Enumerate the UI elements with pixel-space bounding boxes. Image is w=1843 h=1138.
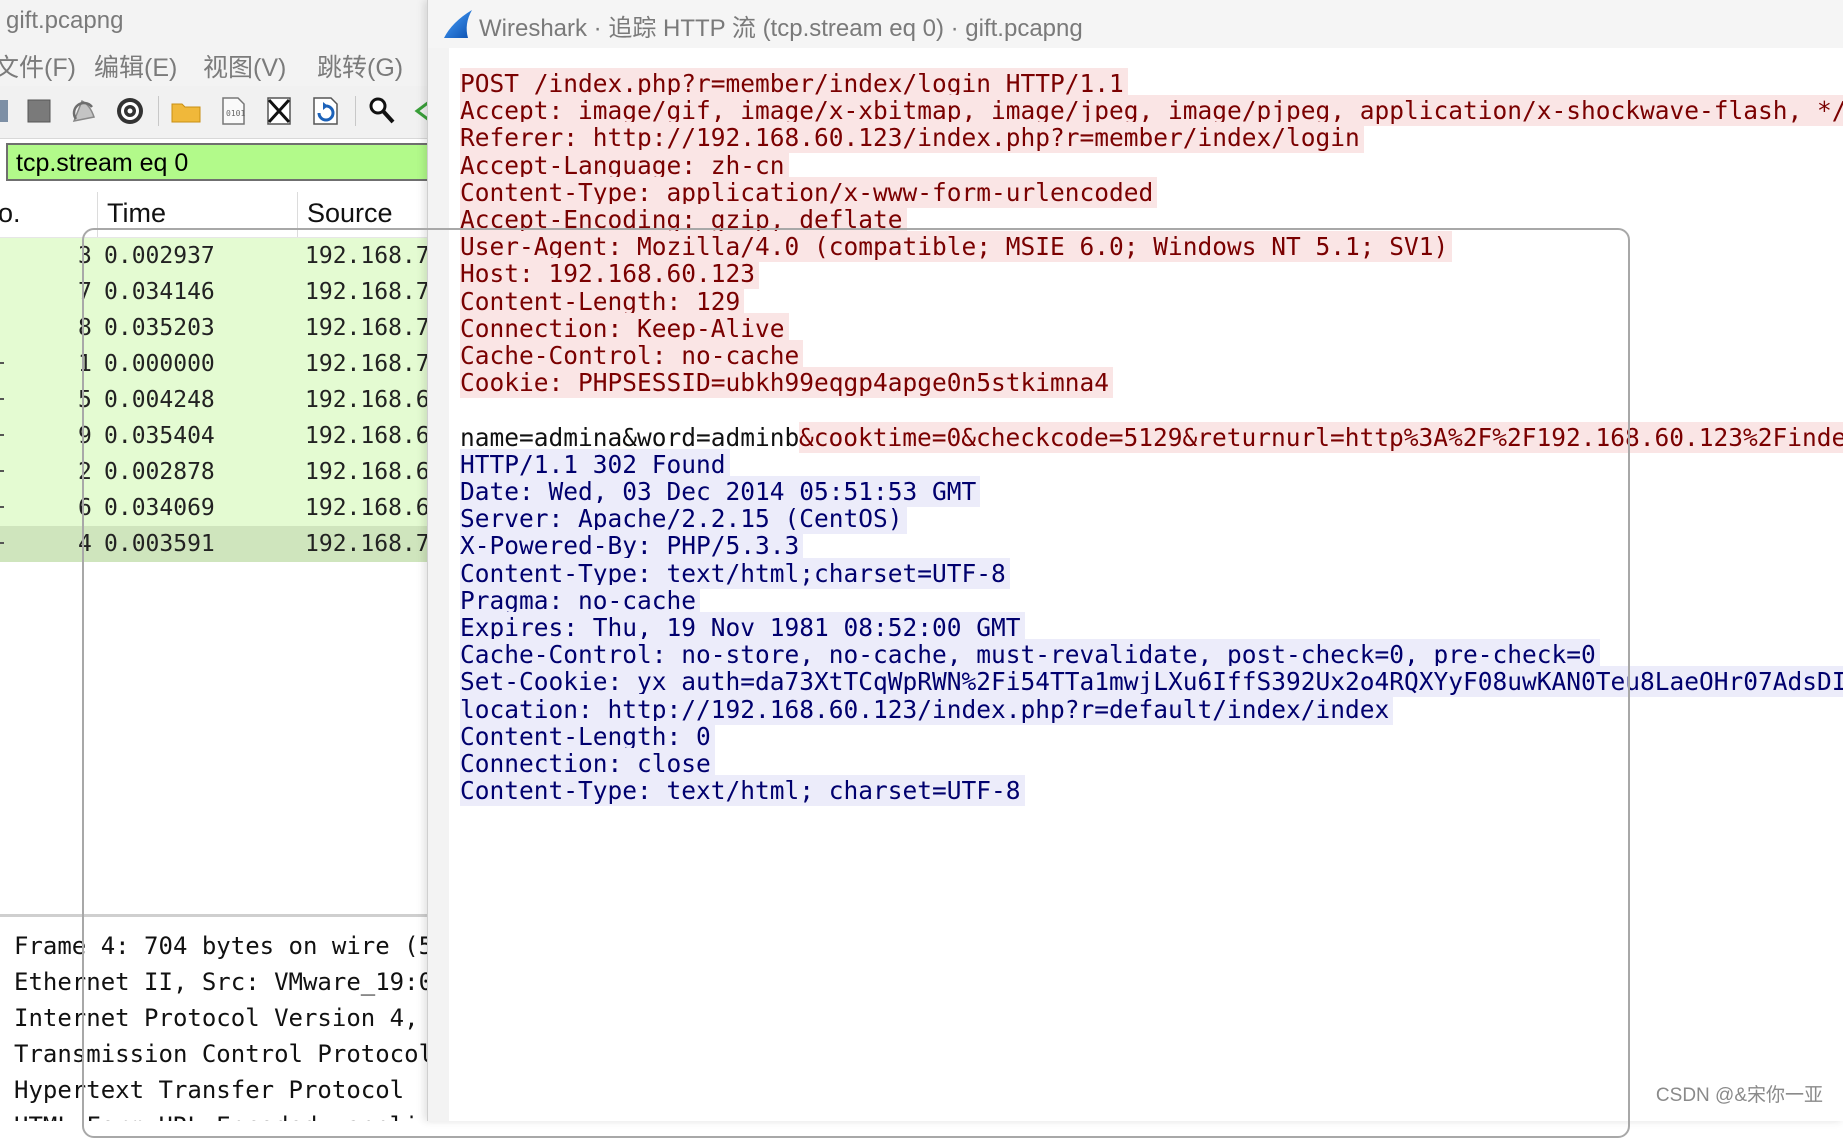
packet-time: 0.003591: [104, 531, 215, 557]
go-back-icon[interactable]: [405, 94, 427, 128]
row-marker: [0, 506, 4, 508]
packet-row[interactable]: 3 0.002937 192.168.7: [0, 238, 427, 274]
toolbar-separator: [355, 96, 356, 126]
packet-no: 5: [78, 387, 92, 413]
detail-frame[interactable]: Frame 4: 704 bytes on wire (5: [14, 932, 427, 960]
packet-row[interactable]: 8 0.035203 192.168.7: [0, 310, 427, 346]
menu-bar: 文件(F) 编辑(E) 视图(V) 跳转(G): [0, 42, 427, 86]
row-marker: [0, 470, 4, 472]
packet-row[interactable]: 7 0.034146 192.168.7: [0, 274, 427, 310]
column-separator: [297, 192, 298, 237]
packet-details-pane: Frame 4: 704 bytes on wire (5 Ethernet I…: [0, 918, 427, 1121]
packet-source: 192.168.6: [305, 423, 427, 449]
find-packet-icon[interactable]: [365, 94, 399, 128]
stream-content-textarea[interactable]: POST /index.php?r=member/index/login HTT…: [450, 48, 1843, 1121]
menu-view[interactable]: 视图(V): [203, 48, 286, 84]
packet-source: 192.168.7: [305, 279, 427, 305]
menu-file[interactable]: 文件(F): [0, 48, 76, 84]
packet-list: 3 0.002937 192.168.7 7 0.034146 192.168.7 80…: [0, 238, 427, 562]
detail-ethernet[interactable]: Ethernet II, Src: VMware_19:0: [14, 968, 427, 996]
main-title-bar: gift.pcapng: [0, 0, 427, 42]
follow-http-stream-dialog: Wireshark · 追踪 HTTP 流 (tcp.stream eq 0) …: [427, 0, 1843, 1121]
packet-list-header: o. Time Source: [0, 192, 427, 238]
main-window: gift.pcapng 文件(F) 编辑(E) 视图(V) 跳转(G) 0101: [0, 0, 427, 1121]
packet-row[interactable]: 2 0.002878 192.168.6: [0, 454, 427, 490]
packet-source: 192.168.6: [305, 495, 427, 521]
packet-time: 0.002878: [104, 459, 215, 485]
post-body-line-tail: &cooktime=0&checkcode=5129&returnurl=htt…: [799, 421, 1843, 453]
packet-row[interactable]: 5 0.004248 192.168.6: [0, 382, 427, 418]
detail-ip[interactable]: Internet Protocol Version 4,: [14, 1004, 419, 1032]
packet-time: 0.034146: [104, 279, 215, 305]
column-separator: [97, 192, 98, 237]
packet-source: 192.168.7: [305, 531, 427, 557]
packet-source: 192.168.7: [305, 243, 427, 269]
packet-source: 192.168.7: [305, 315, 427, 341]
open-file-icon[interactable]: [169, 94, 203, 128]
packet-time: 0.034069: [104, 495, 215, 521]
packet-no: 9: [78, 423, 92, 449]
dialog-title: Wireshark · 追踪 HTTP 流 (tcp.stream eq 0) …: [479, 15, 1083, 42]
toolbar-separator: [158, 96, 159, 126]
display-filter-text: tcp.stream eq 0: [16, 149, 189, 177]
dialog-left-margin: [428, 48, 449, 1121]
packet-time: 0.002937: [104, 243, 215, 269]
packet-no: 8: [78, 315, 92, 341]
request-line: Cookie: PHPSESSID=ubkh99eqgp4apge0n5stki…: [460, 367, 1114, 399]
close-file-icon[interactable]: [262, 94, 296, 128]
fin-icon[interactable]: [0, 94, 14, 128]
response-line: Content-Type: text/html; charset=UTF-8: [460, 775, 1025, 807]
packet-no: 2: [78, 459, 92, 485]
packet-row[interactable]: 9 0.035404 192.168.6: [0, 418, 427, 454]
detail-tcp[interactable]: Transmission Control Protocol: [14, 1040, 427, 1068]
row-marker: [0, 542, 4, 544]
row-marker: [0, 398, 4, 400]
packet-time: 0.000000: [104, 351, 215, 377]
column-header-time[interactable]: Time: [107, 198, 166, 229]
column-header-no[interactable]: o.: [0, 198, 21, 229]
wireshark-shark-fin-icon: [442, 8, 474, 45]
display-filter-input[interactable]: tcp.stream eq 0: [6, 143, 427, 181]
packet-no: 1: [78, 351, 92, 377]
pane-splitter[interactable]: [0, 914, 427, 917]
packet-time: 0.004248: [104, 387, 215, 413]
main-window-title: gift.pcapng: [6, 7, 124, 34]
packet-source: 192.168.6: [305, 459, 427, 485]
column-header-source[interactable]: Source: [307, 198, 393, 229]
packet-time: 0.035404: [104, 423, 215, 449]
restart-capture-icon[interactable]: [67, 94, 101, 128]
packet-no: 4: [78, 531, 92, 557]
menu-edit[interactable]: 编辑(E): [94, 48, 177, 84]
svg-text:0101: 0101: [226, 109, 245, 118]
packet-no: 7: [78, 279, 92, 305]
packet-row[interactable]: 1 0.000000 192.168.7: [0, 346, 427, 382]
main-toolbar: 0101: [0, 86, 427, 139]
menu-go[interactable]: 跳转(G): [317, 48, 403, 84]
save-file-icon[interactable]: 0101: [216, 94, 250, 128]
detail-form[interactable]: HTML Form URL Encoded: appli: [14, 1112, 419, 1121]
packet-no: 6: [78, 495, 92, 521]
row-marker: [0, 362, 4, 364]
capture-options-icon[interactable]: [113, 94, 147, 128]
packet-row-selected[interactable]: 4 0.003591 192.168.7: [0, 526, 427, 562]
row-marker: [0, 434, 4, 436]
stop-capture-icon[interactable]: [22, 94, 56, 128]
detail-http[interactable]: Hypertext Transfer Protocol: [14, 1076, 404, 1104]
packet-source: 192.168.6: [305, 387, 427, 413]
packet-no: 3: [78, 243, 92, 269]
reload-file-icon[interactable]: [308, 94, 342, 128]
watermark: CSDN @&宋你一亚: [1655, 1085, 1823, 1106]
packet-time: 0.035203: [104, 315, 215, 341]
packet-row[interactable]: 6 0.034069 192.168.6: [0, 490, 427, 526]
packet-source: 192.168.7: [305, 351, 427, 377]
dialog-title-bar: Wireshark · 追踪 HTTP 流 (tcp.stream eq 0) …: [428, 0, 1843, 48]
